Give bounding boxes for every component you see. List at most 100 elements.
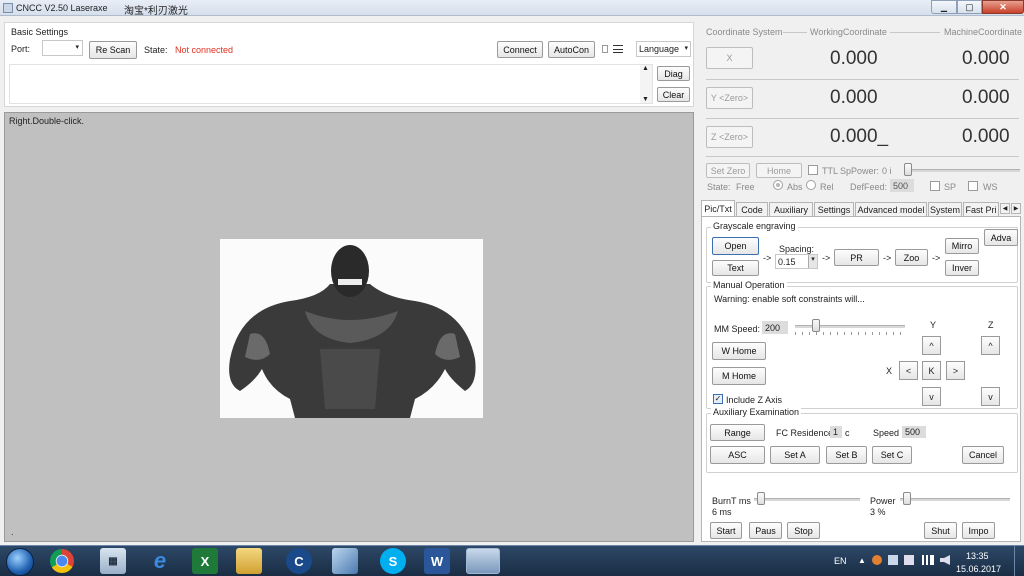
tab-scroll-right[interactable]: ▶ — [1011, 203, 1021, 214]
word-icon[interactable]: W — [424, 548, 450, 574]
maximize-button[interactable]: ▢ — [957, 0, 982, 14]
tray-icon-1[interactable] — [872, 555, 882, 565]
range-button[interactable]: Range — [710, 424, 765, 441]
deffeed-input[interactable]: 500 — [890, 179, 914, 192]
loaded-image[interactable] — [220, 239, 483, 418]
pr-button[interactable]: PR — [834, 249, 879, 266]
scroll-up-icon[interactable]: ▲ — [642, 65, 649, 72]
z-down-button[interactable]: v — [981, 387, 1000, 406]
spacing-select[interactable]: 0.15 ▾ — [775, 254, 818, 269]
text-button[interactable]: Text — [712, 260, 759, 276]
include-z-checkbox[interactable]: ✓ — [713, 394, 723, 404]
cancel-button[interactable]: Cancel — [962, 446, 1004, 464]
sppower-slider-thumb[interactable] — [904, 163, 912, 176]
power-slider[interactable] — [900, 492, 1012, 508]
x-left-button[interactable]: < — [899, 361, 918, 380]
clock-time[interactable]: 13:35 — [966, 551, 989, 561]
autocon-checkbox[interactable] — [602, 45, 608, 53]
burnt-slider[interactable] — [754, 492, 862, 508]
ttl-checkbox[interactable] — [808, 165, 818, 175]
excel-icon[interactable]: X — [192, 548, 218, 574]
tab-pic-txt[interactable]: Pic/Txt — [701, 200, 735, 217]
ccleaner-icon[interactable]: C — [286, 548, 312, 574]
mm-speed-slider-thumb[interactable] — [812, 319, 820, 332]
fc-residence-input[interactable]: 1 — [830, 426, 842, 438]
cncc-taskbar-icon[interactable] — [466, 548, 500, 574]
aux-speed-input[interactable]: 500 — [902, 426, 926, 438]
set-a-button[interactable]: Set A — [770, 446, 820, 464]
skype-icon[interactable]: S — [380, 548, 406, 574]
power-slider-thumb[interactable] — [903, 492, 911, 505]
chevron-left-icon: ◀ — [1002, 206, 1008, 212]
calculator-icon[interactable]: ▦ — [100, 548, 126, 574]
tab-system[interactable]: System — [928, 202, 962, 216]
start-button[interactable]: Start — [710, 522, 742, 539]
minimize-button[interactable]: ▁ — [931, 0, 957, 14]
app-icon-blue[interactable] — [332, 548, 358, 574]
tab-auxiliary[interactable]: Auxiliary — [769, 202, 813, 216]
asc-button[interactable]: ASC — [710, 446, 765, 464]
show-desktop-button[interactable] — [1014, 546, 1024, 576]
rescan-button[interactable]: Re Scan — [89, 41, 137, 59]
mirror-button[interactable]: Mirro — [945, 238, 979, 254]
log-scrollbar[interactable]: ▲ ▼ — [640, 65, 652, 103]
y-zero-button[interactable]: Y <Zero> — [706, 87, 753, 109]
m-home-button[interactable]: M Home — [712, 367, 766, 385]
connect-button[interactable]: Connect — [497, 41, 543, 58]
burnt-slider-thumb[interactable] — [757, 492, 765, 505]
diag-button[interactable]: Diag — [657, 66, 690, 81]
stop-button[interactable]: Stop — [787, 522, 820, 539]
close-button[interactable]: ✕ — [982, 0, 1024, 14]
ws-checkbox[interactable] — [968, 181, 978, 191]
flag-icon[interactable] — [904, 555, 914, 565]
open-button[interactable]: Open — [712, 237, 759, 255]
y-down-button[interactable]: v — [922, 387, 941, 406]
language-select[interactable]: Language ▾ — [636, 41, 691, 57]
sp-checkbox[interactable] — [930, 181, 940, 191]
clear-button[interactable]: Clear — [657, 87, 690, 102]
z-zero-button[interactable]: Z <Zero> — [706, 126, 753, 148]
shut-button[interactable]: Shut — [924, 522, 957, 539]
scroll-down-icon[interactable]: ▼ — [642, 96, 649, 103]
set-b-button[interactable]: Set B — [826, 446, 867, 464]
z-up-button[interactable]: ^ — [981, 336, 1000, 355]
import-button[interactable]: Impo — [962, 522, 995, 539]
tab-settings[interactable]: Settings — [814, 202, 854, 216]
explorer-icon[interactable] — [236, 548, 262, 574]
tray-icon-2[interactable] — [888, 555, 898, 565]
y-up-button[interactable]: ^ — [922, 336, 941, 355]
log-textarea[interactable]: ▲ ▼ — [9, 64, 653, 104]
mm-speed-slider[interactable] — [795, 319, 907, 337]
rel-radio[interactable] — [806, 180, 816, 190]
port-select[interactable]: ▾ — [42, 40, 83, 56]
autocon-button[interactable]: AutoCon — [548, 41, 595, 58]
w-home-button[interactable]: W Home — [712, 342, 766, 360]
advanced-button[interactable]: Adva — [984, 229, 1018, 246]
zoom-button[interactable]: Zoo — [895, 249, 928, 266]
center-k-button[interactable]: K — [922, 361, 941, 380]
pause-button[interactable]: Paus — [749, 522, 782, 539]
tab-scroll-left[interactable]: ◀ — [1000, 203, 1010, 214]
ie-icon[interactable]: e — [147, 548, 173, 574]
tab-advanced-model[interactable]: Advanced model — [855, 202, 927, 216]
invert-button[interactable]: Inver — [945, 260, 979, 276]
abs-radio[interactable] — [773, 180, 783, 190]
clock-date[interactable]: 15.06.2017 — [956, 564, 1001, 574]
chrome-icon[interactable] — [50, 549, 74, 573]
x-axis-button[interactable]: X — [706, 47, 753, 69]
sppower-slider[interactable] — [904, 162, 1022, 178]
start-orb[interactable] — [6, 548, 34, 576]
tab-code[interactable]: Code — [736, 202, 768, 216]
tray-expand-icon[interactable]: ▲ — [858, 556, 866, 565]
set-zero-button[interactable]: Set Zero — [706, 163, 750, 178]
tab-fast-pri[interactable]: Fast Pri — [963, 202, 999, 216]
x-right-button[interactable]: > — [946, 361, 965, 380]
home-button[interactable]: Home — [756, 163, 802, 178]
engraving-canvas[interactable]: Right.Double-click. . — [4, 112, 694, 542]
menu-icon[interactable] — [613, 45, 623, 53]
abs-label: Abs — [787, 182, 803, 192]
mm-speed-input[interactable]: 200 — [762, 321, 788, 334]
language-indicator[interactable]: EN — [834, 556, 847, 566]
set-c-button[interactable]: Set C — [872, 446, 912, 464]
network-icon[interactable] — [922, 555, 934, 565]
